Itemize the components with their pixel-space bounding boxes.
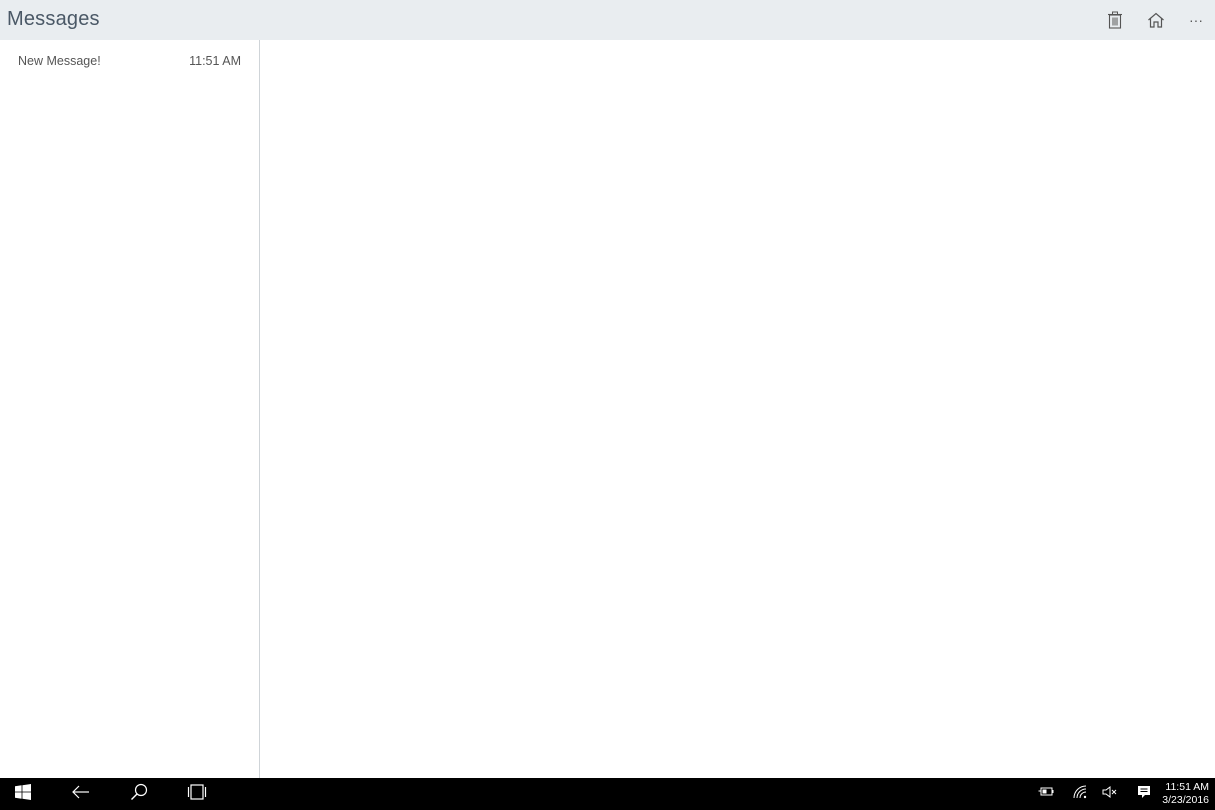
taskbar: 11:51 AM 3/23/2016 <box>0 778 1215 810</box>
messages-app: Messages ··· New Message! 11:51 AM <box>0 0 1215 778</box>
app-header: Messages ··· <box>0 0 1215 40</box>
message-detail-pane <box>260 40 1215 778</box>
task-view-button[interactable] <box>174 778 220 810</box>
wifi-button[interactable] <box>1070 785 1090 803</box>
start-button[interactable] <box>0 778 46 810</box>
home-button[interactable] <box>1141 6 1171 34</box>
trash-icon <box>1107 11 1123 29</box>
page-title: Messages <box>7 8 100 30</box>
more-button[interactable]: ··· <box>1181 6 1211 34</box>
battery-button[interactable] <box>1036 785 1056 803</box>
delete-button[interactable] <box>1100 6 1130 34</box>
message-title: New Message! <box>18 54 101 68</box>
more-icon: ··· <box>1189 12 1203 28</box>
task-view-icon <box>187 783 207 805</box>
volume-muted-icon <box>1102 785 1118 803</box>
taskbar-clock[interactable]: 11:51 AM 3/23/2016 <box>1149 781 1209 807</box>
message-list: New Message! 11:51 AM <box>0 40 260 778</box>
clock-date: 3/23/2016 <box>1162 794 1209 806</box>
search-button[interactable] <box>116 778 162 810</box>
back-button[interactable] <box>58 778 104 810</box>
search-icon <box>130 783 148 806</box>
home-icon <box>1147 12 1165 28</box>
list-item[interactable]: New Message! 11:51 AM <box>0 50 259 74</box>
message-time: 11:51 AM <box>189 54 241 68</box>
battery-icon <box>1038 785 1054 803</box>
back-arrow-icon <box>72 785 90 804</box>
wifi-icon <box>1073 785 1087 804</box>
windows-start-icon <box>15 783 31 805</box>
clock-time: 11:51 AM <box>1165 781 1209 793</box>
volume-button[interactable] <box>1100 785 1120 803</box>
